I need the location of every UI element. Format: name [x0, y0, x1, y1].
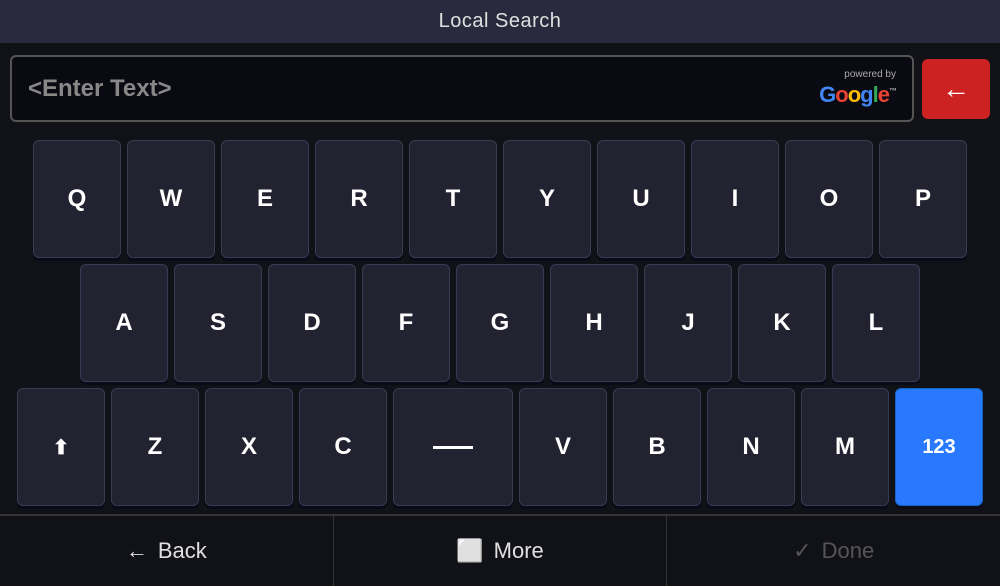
google-badge: powered by Google™ [819, 69, 896, 108]
keyboard-area: QWERTYUIOP ASDFGHJKL ⬆ZXC VBNM123 [0, 134, 1000, 514]
more-button[interactable]: ⬜ More [334, 516, 668, 586]
more-icon: ⬜ [456, 538, 483, 564]
bottom-bar: ← Back ⬜ More ✓ Done [0, 514, 1000, 586]
done-icon: ✓ [793, 538, 811, 564]
keyboard-row-1: QWERTYUIOP [8, 140, 992, 258]
key-r[interactable]: R [315, 140, 403, 258]
key-s[interactable]: S [174, 264, 262, 382]
powered-by-text: powered by [844, 69, 896, 80]
done-label: Done [822, 538, 875, 564]
num-key[interactable]: 123 [895, 388, 983, 506]
shift-key[interactable]: ⬆ [17, 388, 105, 506]
back-button[interactable]: ← Back [0, 516, 334, 586]
search-box[interactable]: <Enter Text> powered by Google™ [10, 55, 914, 122]
key-e[interactable]: E [221, 140, 309, 258]
key-v[interactable]: V [519, 388, 607, 506]
backspace-button[interactable]: ← [922, 59, 990, 119]
google-tm: ™ [889, 87, 896, 96]
key-p[interactable]: P [879, 140, 967, 258]
title-text: Local Search [439, 10, 562, 32]
key-a[interactable]: A [80, 264, 168, 382]
key-w[interactable]: W [127, 140, 215, 258]
key-g[interactable]: G [456, 264, 544, 382]
key-d[interactable]: D [268, 264, 356, 382]
key-o[interactable]: O [785, 140, 873, 258]
key-i[interactable]: I [691, 140, 779, 258]
key-f[interactable]: F [362, 264, 450, 382]
key-m[interactable]: M [801, 388, 889, 506]
done-button[interactable]: ✓ Done [667, 516, 1000, 586]
key-u[interactable]: U [597, 140, 685, 258]
key-l[interactable]: L [832, 264, 920, 382]
key-y[interactable]: Y [503, 140, 591, 258]
key-z[interactable]: Z [111, 388, 199, 506]
key-b[interactable]: B [613, 388, 701, 506]
key-x[interactable]: X [205, 388, 293, 506]
key-j[interactable]: J [644, 264, 732, 382]
back-label: Back [158, 538, 207, 564]
back-icon: ← [126, 538, 148, 564]
key-c[interactable]: C [299, 388, 387, 506]
key-h[interactable]: H [550, 264, 638, 382]
search-area: <Enter Text> powered by Google™ ← [0, 43, 1000, 134]
keyboard-row-2: ASDFGHJKL [8, 264, 992, 382]
page-title: Local Search [0, 0, 1000, 43]
key-q[interactable]: Q [33, 140, 121, 258]
backspace-icon: ← [942, 73, 970, 105]
more-label: More [494, 538, 544, 564]
keyboard-row-3: ⬆ZXC VBNM123 [8, 388, 992, 506]
key-k[interactable]: K [738, 264, 826, 382]
key-n[interactable]: N [707, 388, 795, 506]
key-t[interactable]: T [409, 140, 497, 258]
search-placeholder: <Enter Text> [28, 75, 172, 103]
google-logo: Google™ [819, 82, 896, 108]
space-key[interactable] [393, 388, 513, 506]
